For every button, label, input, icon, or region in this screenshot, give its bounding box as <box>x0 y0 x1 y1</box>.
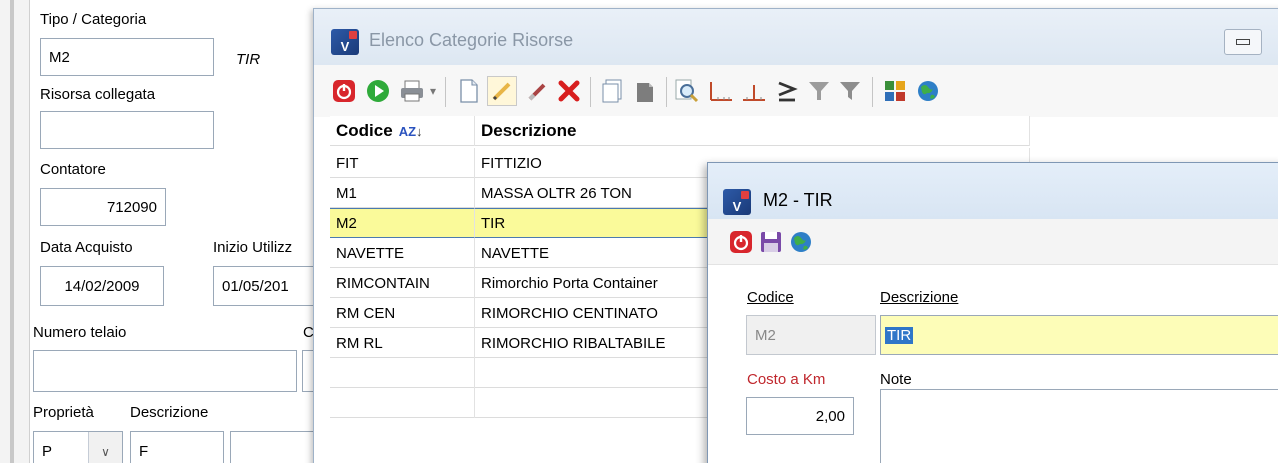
eraser-icon[interactable] <box>522 76 552 106</box>
print-icon[interactable] <box>397 76 427 106</box>
cell-codice: NAVETTE <box>330 238 475 268</box>
app-icon: V <box>723 189 751 215</box>
cell-codice <box>330 388 475 418</box>
print-dropdown-icon[interactable]: ▾ <box>426 76 440 106</box>
paste-icon[interactable] <box>630 76 660 106</box>
risorsa-collegata-input[interactable] <box>40 111 214 149</box>
data-acquisto-label: Data Acquisto <box>40 239 133 256</box>
contatore-input[interactable]: 712090 <box>40 188 166 226</box>
funnel-clear-icon[interactable] <box>835 76 865 106</box>
descrizione-extra-input[interactable] <box>230 431 320 463</box>
note-textarea[interactable] <box>880 389 1278 463</box>
detail-window: V M2 - TIR Codice Descrizione M2 TIR Cos… <box>707 162 1278 463</box>
cell-codice: FIT <box>330 148 475 178</box>
copy-icon[interactable] <box>598 76 628 106</box>
left-gutter <box>0 0 30 463</box>
cell-codice: M1 <box>330 178 475 208</box>
title-bar: V Elenco Categorie Risorse <box>314 9 1278 65</box>
detail-title-bar: V M2 - TIR <box>708 163 1278 219</box>
codice-label: Codice <box>747 289 794 306</box>
funnel-icon[interactable] <box>804 76 834 106</box>
costo-km-field[interactable]: 2,00 <box>746 397 854 435</box>
column-header-descrizione[interactable]: Descrizione <box>475 116 1030 146</box>
cell-codice: RM RL <box>330 328 475 358</box>
codice-field[interactable]: M2 <box>746 315 876 355</box>
detail-toolbar <box>708 219 1278 265</box>
risorsa-collegata-label: Risorsa collegata <box>40 86 156 103</box>
inizio-utilizzo-label: Inizio Utilizz <box>213 239 293 256</box>
toolbar: ▾ <box>314 65 1278 117</box>
chevron-down-icon[interactable]: ∨ <box>88 432 122 463</box>
table-header: Codice AZ↓ Descrizione <box>330 116 1030 146</box>
globe-icon[interactable] <box>786 227 816 257</box>
descrizione-label: Descrizione <box>130 404 209 421</box>
inizio-utilizzo-input[interactable]: 01/05/201 <box>213 266 323 306</box>
globe-icon[interactable] <box>913 76 943 106</box>
cell-codice: M2 <box>330 208 475 238</box>
detail-window-title: M2 - TIR <box>763 190 833 210</box>
save-icon[interactable] <box>756 227 786 257</box>
descrizione-field[interactable]: TIR <box>880 315 1278 355</box>
descrizione-input[interactable]: F <box>130 431 224 463</box>
grid-settings-icon[interactable] <box>880 76 910 106</box>
tipo-categoria-input[interactable]: M2 <box>40 38 214 76</box>
filter-bottom-icon[interactable] <box>706 76 736 106</box>
descrizione-selected-text: TIR <box>885 326 914 344</box>
proprieta-value: P <box>42 442 53 460</box>
play-icon[interactable] <box>363 76 393 106</box>
power-icon[interactable] <box>329 76 359 106</box>
numero-telaio-input[interactable] <box>33 350 297 392</box>
tipo-categoria-description: TIR <box>236 51 261 68</box>
descrizione-label: Descrizione <box>880 289 959 306</box>
contatore-label: Contatore <box>40 161 106 178</box>
minimize-button[interactable] <box>1224 29 1262 55</box>
delete-icon[interactable] <box>554 76 584 106</box>
data-acquisto-input[interactable]: 14/02/2009 <box>40 266 164 306</box>
power-icon[interactable] <box>726 227 756 257</box>
proprieta-select[interactable]: P ∨ <box>33 431 123 463</box>
greater-equal-icon[interactable] <box>772 76 802 106</box>
column-codice-label: Codice <box>336 121 393 140</box>
sort-az-icon: AZ↓ <box>398 123 423 139</box>
cell-codice: RM CEN <box>330 298 475 328</box>
column-header-codice[interactable]: Codice AZ↓ <box>330 116 475 146</box>
numero-telaio-label: Numero telaio <box>33 324 127 341</box>
note-label: Note <box>880 371 912 388</box>
costo-km-label: Costo a Km <box>747 371 826 388</box>
app-icon: V <box>331 29 359 55</box>
tipo-categoria-label: Tipo / Categoria <box>40 11 147 28</box>
cell-codice <box>330 358 475 388</box>
cell-codice: RIMCONTAIN <box>330 268 475 298</box>
proprieta-label: Proprietà <box>33 404 94 421</box>
window-title: Elenco Categorie Risorse <box>369 30 574 50</box>
search-icon[interactable] <box>672 76 702 106</box>
edit-icon[interactable] <box>487 76 517 106</box>
filter-mid-icon[interactable] <box>739 76 769 106</box>
new-icon[interactable] <box>454 76 484 106</box>
